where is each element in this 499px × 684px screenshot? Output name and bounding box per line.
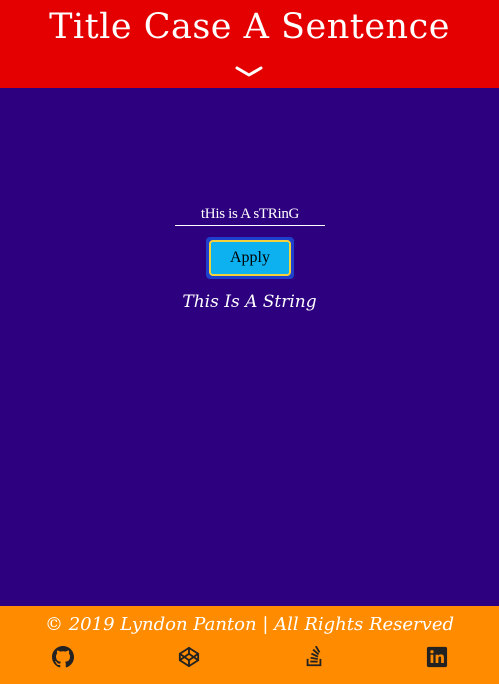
- sentence-input[interactable]: [175, 203, 325, 226]
- linkedin-icon: [426, 646, 448, 668]
- stack-overflow-icon: [306, 646, 322, 667]
- page-footer: © 2019 Lyndon Panton | All Rights Reserv…: [0, 606, 499, 684]
- linkedin-link[interactable]: [426, 646, 448, 668]
- stack-overflow-link[interactable]: [303, 646, 325, 668]
- main-content: [0, 88, 499, 606]
- github-link[interactable]: [52, 646, 74, 668]
- result-text: This Is A String: [182, 292, 317, 312]
- page-header: Title Case A Sentence: [0, 0, 499, 88]
- copyright-text: © 2019 Lyndon Panton | All Rights Reserv…: [44, 614, 455, 635]
- codepen-link[interactable]: [178, 646, 200, 668]
- apply-button[interactable]: Apply: [209, 240, 291, 276]
- chevron-down-icon[interactable]: [235, 66, 263, 78]
- apply-button-focus-ring: Apply: [206, 237, 294, 279]
- codepen-icon: [178, 646, 200, 668]
- page-title: Title Case A Sentence: [49, 7, 450, 47]
- github-icon: [52, 646, 74, 668]
